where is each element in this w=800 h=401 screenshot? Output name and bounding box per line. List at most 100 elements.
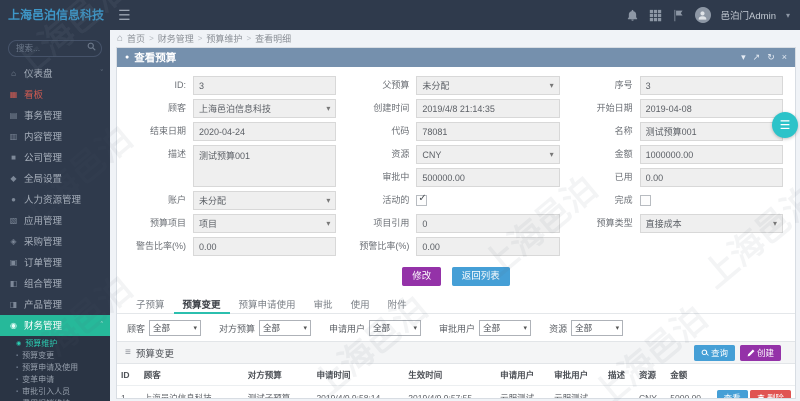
customer-select[interactable]: 上海邑泊信息科技▾ (193, 99, 336, 118)
budget-item-select[interactable]: 项目▾ (193, 214, 336, 233)
sidebar-item-apps[interactable]: ▧应用管理 (0, 210, 110, 231)
sidebar-item-global-settings[interactable]: ◆全局设置 (0, 168, 110, 189)
sidebar-item-label: 内容管理 (24, 129, 62, 143)
refresh-icon[interactable]: ↻ (767, 52, 775, 63)
id-input[interactable] (193, 76, 336, 95)
resource-currency-select[interactable]: CNY▾ (416, 145, 559, 164)
parent-budget-select[interactable]: 未分配▾ (416, 76, 559, 95)
sidebar-item-orders[interactable]: ▣订单管理 (0, 252, 110, 273)
submenu-item-budget-change[interactable]: ▪预算变更 (0, 350, 110, 362)
breadcrumb-separator: > (149, 34, 154, 43)
customer-filter-select[interactable]: 全部▾ (149, 320, 201, 336)
tab-usage[interactable]: 使用 (342, 292, 379, 314)
account-select[interactable]: 未分配▾ (193, 191, 336, 210)
apply-user-filter-select[interactable]: 全部▾ (369, 320, 421, 336)
app-logo[interactable]: 上海邑泊信息科技 (0, 0, 110, 30)
budget-change-section-header: ≡ 预算变更 查询 创建 (117, 341, 795, 364)
sidebar-item-finance[interactable]: ◉财务管理ˆ (0, 315, 110, 336)
sidebar-item-products[interactable]: ◨产品管理 (0, 294, 110, 315)
description-textarea[interactable]: 测试预算001 (193, 145, 336, 187)
sidebar-item-portfolio[interactable]: ◧组合管理 (0, 273, 110, 294)
user-avatar[interactable] (695, 7, 711, 23)
delete-row-button[interactable]: 删除 (750, 390, 791, 399)
col-actions (713, 364, 795, 386)
warn-ratio-input[interactable] (193, 237, 336, 256)
cell-customer: 上海邑泊信息科技 (140, 386, 244, 400)
sidebar-item-procurement[interactable]: ◈采购管理 (0, 231, 110, 252)
approving-amount-input[interactable] (416, 168, 559, 187)
tab-budget-apply-use[interactable]: 预算申请使用 (230, 292, 305, 314)
bullet-icon: ▪ (16, 353, 18, 359)
seq-input[interactable] (640, 76, 783, 95)
caret-down-icon: ▾ (773, 219, 777, 228)
expand-icon[interactable]: ↗ (753, 52, 761, 63)
user-menu-caret-icon[interactable]: ▾ (786, 11, 790, 20)
approve-user-filter-select[interactable]: 全部▾ (479, 320, 531, 336)
col-id: ID (117, 364, 140, 386)
sidebar-item-label: 仪表盘 (24, 66, 53, 80)
resource-filter-select[interactable]: 全部▾ (571, 320, 623, 336)
amount-input[interactable] (640, 145, 783, 164)
create-button[interactable]: 创建 (740, 345, 781, 361)
active-checkbox[interactable] (416, 195, 427, 206)
view-row-button[interactable]: 查看 (717, 390, 748, 399)
sidebar-item-content[interactable]: ▥内容管理 (0, 126, 110, 147)
finance-submenu: ◉预算维护 ▪预算变更 ▪预算申请及使用 ▪变革申请 ▪审批引入人员 ▪费用报销… (0, 336, 110, 401)
create-time-input[interactable] (416, 99, 559, 118)
topbar: 上海邑泊信息科技 ☰ 邑泊门Admin ▾ (0, 0, 800, 30)
budget-type-select[interactable]: 直接成本▾ (640, 214, 783, 233)
submenu-item-approve-staff[interactable]: ▪审批引入人员 (0, 386, 110, 398)
tab-attachments[interactable]: 附件 (379, 292, 416, 314)
sidebar-item-company[interactable]: ■公司管理 (0, 147, 110, 168)
query-button[interactable]: 查询 (694, 345, 735, 361)
tab-sub-budget[interactable]: 子预算 (127, 292, 174, 314)
table-row[interactable]: 1 上海邑泊信息科技 测试子预算 2019/4/9 9:58:14 2019/4… (117, 386, 795, 400)
modify-button[interactable]: 修改 (402, 267, 441, 286)
bell-icon[interactable] (626, 9, 639, 22)
start-date-input[interactable] (640, 99, 783, 118)
finished-checkbox[interactable] (640, 195, 651, 206)
collapse-icon[interactable]: ▾ (741, 52, 746, 63)
form-column-3: 序号 开始日期 名称 金额 已用 完成 预算类型直接成本▾ (576, 76, 783, 260)
kanban-icon: ▦ (7, 90, 20, 99)
submenu-item-budget-apply-use[interactable]: ▪预算申请及使用 (0, 362, 110, 374)
close-icon[interactable]: × (782, 52, 787, 63)
col-approve-user: 审批用户 (550, 364, 604, 386)
submenu-item-budget-maintain[interactable]: ◉预算维护 (0, 338, 110, 350)
breadcrumb-budget-maintain[interactable]: 预算维护 (206, 32, 242, 45)
name-input[interactable] (640, 122, 783, 141)
sidebar-item-affairs[interactable]: ▤事务管理 (0, 105, 110, 126)
other-budget-filter-select[interactable]: 全部▾ (259, 320, 311, 336)
menu-toggle-icon[interactable]: ☰ (118, 7, 131, 24)
sidebar-item-dashboard[interactable]: ⌂仪表盘ˇ (0, 63, 110, 84)
sidebar-item-kanban[interactable]: ▦看板 (0, 84, 110, 105)
item-ref-input[interactable] (416, 214, 559, 233)
app-window: 上海邑泊信息科技 ☰ 邑泊门Admin ▾ ⌂仪表盘ˇ ▦看板 ▤事务管理 ▥内… (0, 0, 800, 401)
field-label: 顾客 (129, 99, 193, 118)
end-date-input[interactable] (193, 122, 336, 141)
breadcrumb-finance[interactable]: 财务管理 (158, 32, 194, 45)
flag-icon[interactable] (672, 9, 685, 22)
filter-value: 全部 (373, 322, 390, 334)
username-label[interactable]: 邑泊门Admin (721, 8, 776, 22)
field-label: 开始日期 (576, 99, 640, 118)
back-to-list-button[interactable]: 返回列表 (452, 267, 510, 286)
breadcrumb-view-detail[interactable]: 查看明细 (255, 32, 291, 45)
alert-ratio-input[interactable] (416, 237, 559, 256)
account-value: 未分配 (199, 194, 226, 207)
col-other-budget: 对方预算 (244, 364, 313, 386)
floating-menu-button[interactable]: ☰ (772, 112, 798, 138)
code-input[interactable] (416, 122, 559, 141)
bullet-icon: ◉ (16, 340, 21, 347)
breadcrumb-home[interactable]: 首页 (127, 32, 145, 45)
submenu-item-change-apply[interactable]: ▪变革申请 (0, 374, 110, 386)
submenu-item-expense-reimburse[interactable]: ▪费用报销维护 (0, 398, 110, 401)
tab-budget-change[interactable]: 预算变更 (174, 292, 230, 314)
sidebar-item-hr[interactable]: ●人力资源管理 (0, 189, 110, 210)
budget-change-table: ID 顾客 对方预算 申请时间 生效时间 申请用户 审批用户 描述 资源 金额 (117, 364, 795, 399)
tab-approval[interactable]: 审批 (305, 292, 342, 314)
search-icon (701, 349, 709, 357)
apps-grid-icon[interactable] (649, 9, 662, 22)
used-input[interactable] (640, 168, 783, 187)
affairs-icon: ▤ (7, 111, 20, 120)
